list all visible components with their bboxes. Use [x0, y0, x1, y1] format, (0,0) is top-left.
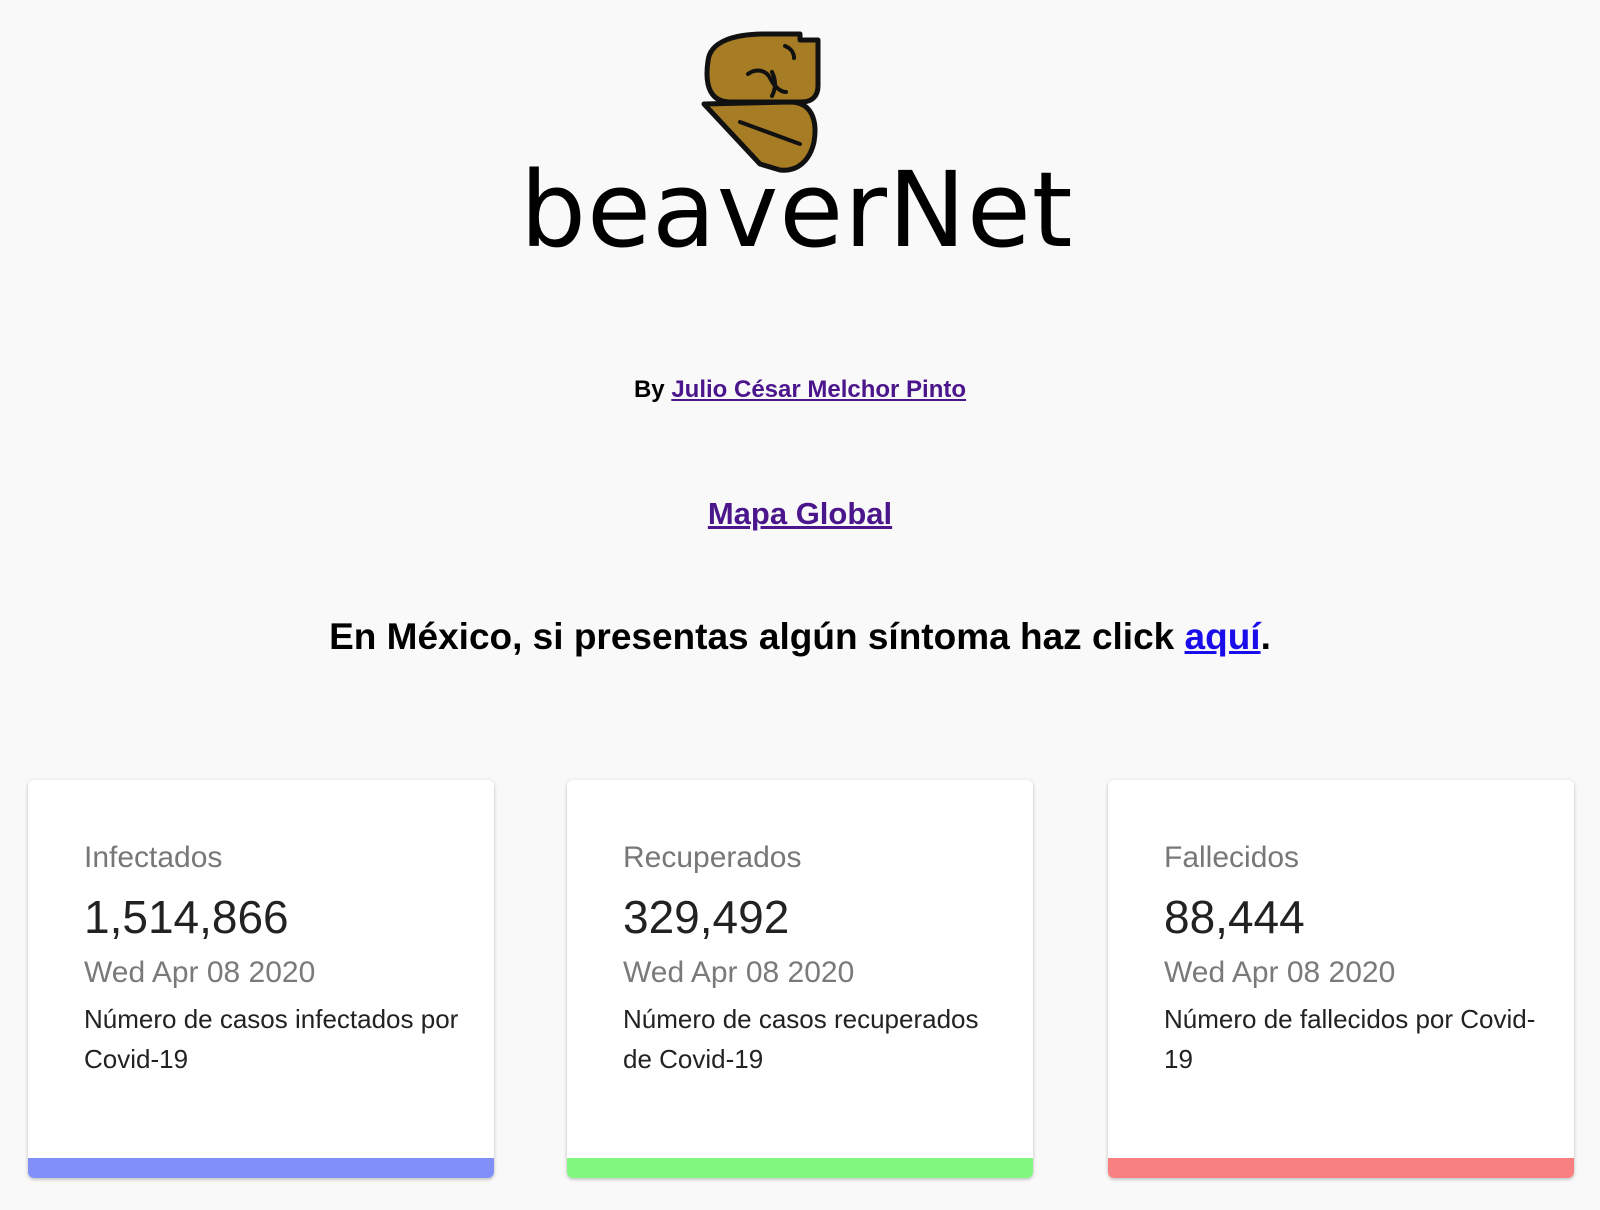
card-infectados: Infectados 1,514,866 Wed Apr 08 2020 Núm…	[28, 780, 494, 1178]
card-description: Número de casos infectados por Covid-19	[84, 1003, 459, 1074]
card-title: Infectados	[84, 841, 223, 874]
card-date: Wed Apr 08 2020	[1164, 955, 1396, 989]
card-date: Wed Apr 08 2020	[623, 955, 855, 989]
card-recuperados: Recuperados 329,492 Wed Apr 08 2020 Núme…	[567, 780, 1033, 1178]
card-date: Wed Apr 08 2020	[84, 955, 316, 989]
byline: By Julio César Melchor Pinto	[0, 376, 1600, 404]
card-accent-bar	[28, 1158, 494, 1178]
notice-suffix: .	[1260, 616, 1271, 657]
card-description: Número de casos recuperados de Covid-19	[623, 1003, 979, 1074]
logo-text: beaverNet	[520, 149, 1074, 271]
symptom-link[interactable]: aquí	[1185, 616, 1261, 657]
global-map-link[interactable]: Mapa Global	[708, 496, 892, 531]
logo: beaverNet	[0, 18, 1600, 268]
card-accent-bar	[1108, 1158, 1574, 1178]
card-accent-bar	[567, 1158, 1033, 1178]
card-value: 1,514,866	[84, 891, 289, 943]
card-title: Recuperados	[623, 841, 802, 874]
author-link[interactable]: Julio César Melchor Pinto	[671, 376, 966, 403]
byline-prefix: By	[633, 376, 665, 403]
global-map-link-wrap: Mapa Global	[0, 496, 1600, 532]
stats-cards: Infectados 1,514,866 Wed Apr 08 2020 Núm…	[0, 780, 1600, 1180]
notice-text: En México, si presentas algún síntoma ha…	[329, 616, 1175, 657]
card-value: 329,492	[623, 891, 790, 943]
card-fallecidos: Fallecidos 88,444 Wed Apr 08 2020 Número…	[1108, 780, 1574, 1178]
symptom-notice: En México, si presentas algún síntoma ha…	[0, 616, 1600, 658]
card-title: Fallecidos	[1164, 841, 1300, 874]
card-description: Número de fallecidos por Covid-19	[1164, 1003, 1536, 1074]
page: beaverNet By Julio César Melchor Pinto M…	[0, 0, 1600, 1210]
card-value: 88,444	[1164, 891, 1305, 943]
